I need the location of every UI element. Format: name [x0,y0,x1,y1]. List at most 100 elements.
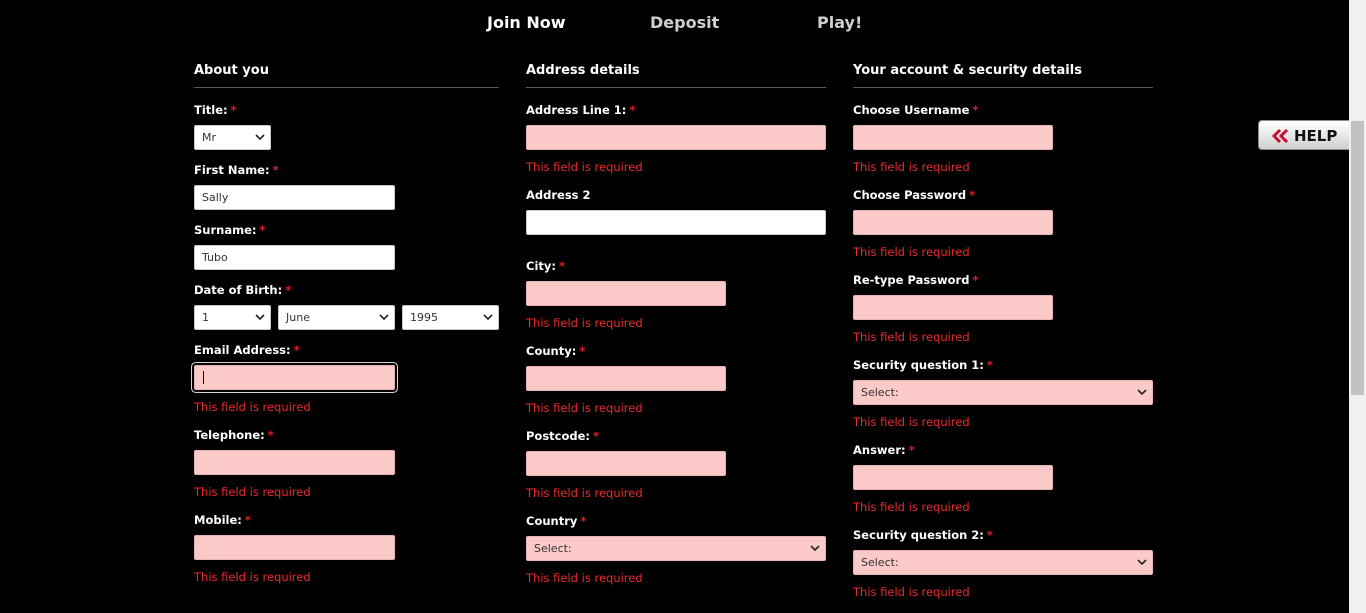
required-mark: * [244,513,251,527]
title-select-value: Mr [202,131,217,144]
account-heading: Your account & security details [853,62,1153,88]
telephone-input[interactable] [194,450,395,475]
chevron-down-icon [1137,389,1147,396]
dob-year-value: 1995 [410,311,438,324]
telephone-error: This field is required [194,485,311,499]
county-input[interactable] [526,366,726,391]
title-select[interactable]: Mr [194,125,271,150]
first-name-input[interactable]: Sally [194,185,395,210]
address-line1-field: Address Line 1: * This field is required [526,102,826,175]
scrollbar-thumb[interactable] [1351,121,1364,395]
username-label: Choose Username [853,103,970,117]
required-mark: * [629,103,636,117]
address-line1-error: This field is required [526,160,643,174]
security-question-1-field: Security question 1: * Select: This field… [853,357,1153,430]
postcode-error: This field is required [526,486,643,500]
answer-input[interactable] [853,465,1053,490]
required-mark: * [986,528,993,542]
country-label: Country [526,514,578,528]
security-question-2-label: Security question 2: [853,528,984,542]
dob-label: Date of Birth: [194,283,283,297]
retype-password-field: Re-type Password * This field is required [853,272,1153,345]
help-label: HELP [1294,127,1338,145]
page-scrollbar[interactable] [1349,0,1366,613]
required-mark: * [580,514,587,528]
postcode-label: Postcode: [526,429,591,443]
password-input[interactable] [853,210,1053,235]
required-mark: * [972,273,979,287]
chevron-down-icon [255,314,265,321]
answer-error: This field is required [853,500,970,514]
email-error: This field is required [194,400,311,414]
country-select-value: Select: [534,542,572,555]
password-field: Choose Password * This field is required [853,187,1153,260]
postcode-input[interactable] [526,451,726,476]
surname-field: Surname: * Tubo [194,222,499,270]
security-question-2-error: This field is required [853,585,970,599]
required-mark: * [986,358,993,372]
country-select[interactable]: Select: [526,536,826,561]
username-input[interactable] [853,125,1053,150]
dob-year-select[interactable]: 1995 [402,305,499,330]
date-of-birth-field: Date of Birth: * 1 June 1995 [194,282,499,330]
account-section: Your account & security details Choose U… [853,62,1153,600]
security-question-2-value: Select: [861,556,899,569]
signup-steps: Join Now Deposit Play! [0,12,1349,36]
retype-password-label: Re-type Password [853,273,970,287]
country-error: This field is required [526,571,643,585]
email-input[interactable] [192,363,397,392]
mobile-input[interactable] [194,535,395,560]
city-field: City: * This field is required [526,258,826,331]
required-mark: * [230,103,237,117]
retype-password-input[interactable] [853,295,1053,320]
step-play: Play! [817,13,863,32]
required-mark: * [259,223,266,237]
security-question-2-select[interactable]: Select: [853,550,1153,575]
text-caret [203,371,204,384]
title-label: Title: [194,103,228,117]
address-heading: Address details [526,62,826,88]
security-question-1-select[interactable]: Select: [853,380,1153,405]
double-chevron-left-icon [1272,129,1289,143]
postcode-field: Postcode: * This field is required [526,428,826,501]
answer-label: Answer: [853,443,906,457]
address-section: Address details Address Line 1: * This fi… [526,62,826,586]
county-field: County: * This field is required [526,343,826,416]
password-error: This field is required [853,245,970,259]
security-question-1-value: Select: [861,386,899,399]
password-label: Choose Password [853,188,967,202]
dob-day-select[interactable]: 1 [194,305,271,330]
title-field: Title: * Mr [194,102,499,150]
telephone-field: Telephone: * This field is required [194,427,499,500]
chevron-down-icon [379,314,389,321]
security-question-1-label: Security question 1: [853,358,984,372]
chevron-down-icon [255,134,265,141]
telephone-label: Telephone: [194,428,265,442]
retype-password-error: This field is required [853,330,970,344]
required-mark: * [579,344,586,358]
city-input[interactable] [526,281,726,306]
required-mark: * [267,428,274,442]
surname-label: Surname: [194,223,257,237]
mobile-error: This field is required [194,570,311,584]
security-question-1-error: This field is required [853,415,970,429]
step-join-now: Join Now [487,13,566,32]
surname-input[interactable]: Tubo [194,245,395,270]
first-name-field: First Name: * Sally [194,162,499,210]
help-button[interactable]: HELP [1258,120,1349,150]
mobile-field: Mobile: * This field is required [194,512,499,585]
required-mark: * [272,163,279,177]
address-line2-input[interactable] [526,210,826,235]
address-line1-input[interactable] [526,125,826,150]
address-line1-label: Address Line 1: [526,103,627,117]
required-mark: * [285,283,292,297]
required-mark: * [558,259,565,273]
answer-field: Answer: * This field is required [853,442,1153,515]
about-you-heading: About you [194,62,499,88]
security-question-2-field: Security question 2: * Select: This field… [853,527,1153,600]
address-line2-field: Address 2 [526,187,826,235]
dob-day-value: 1 [202,311,209,324]
dob-month-select[interactable]: June [278,305,395,330]
dob-month-value: June [286,311,310,324]
about-you-section: About you Title: * Mr First Name: * Sally … [192,62,499,585]
